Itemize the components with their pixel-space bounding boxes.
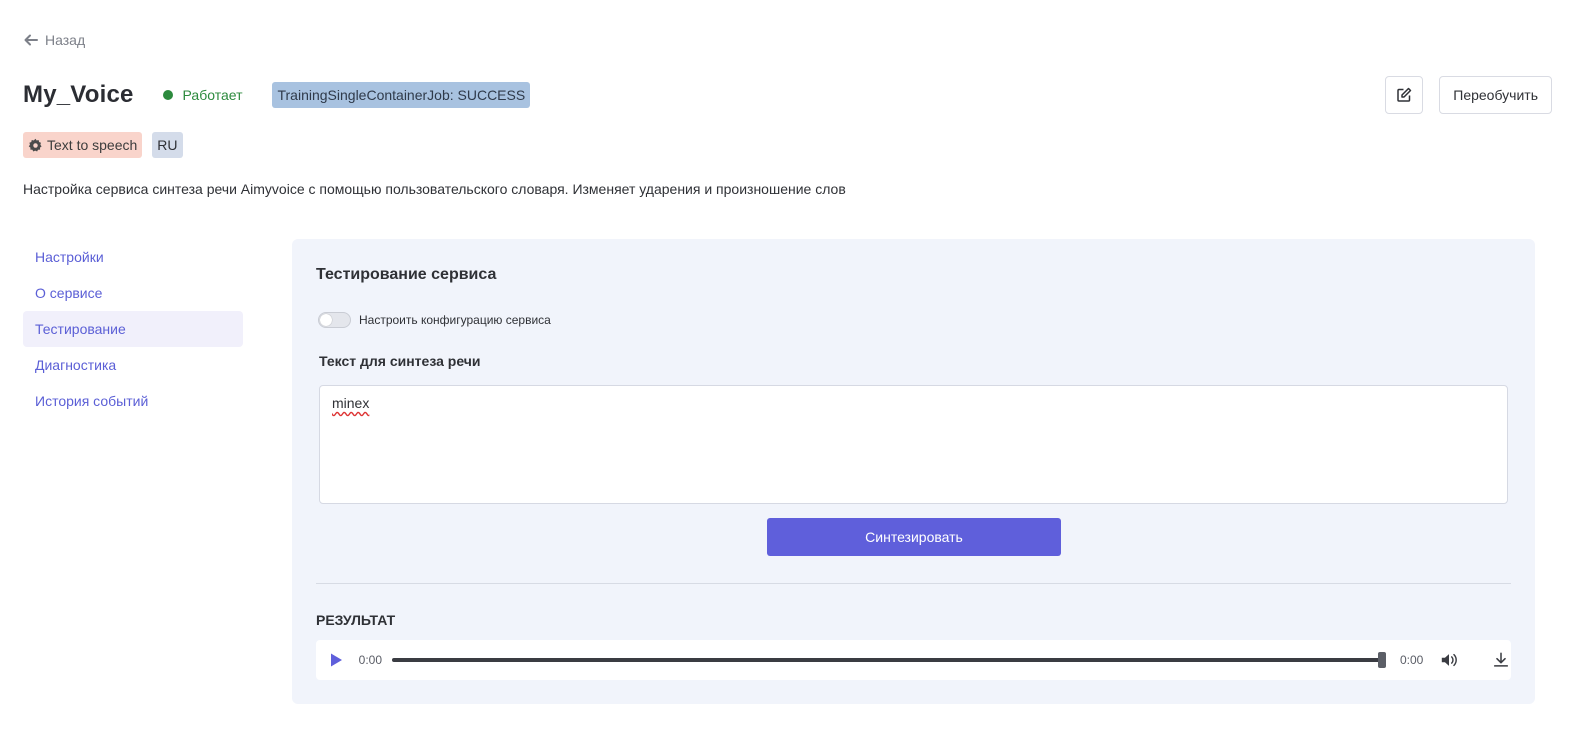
current-time: 0:00 <box>358 653 382 667</box>
sidebar-nav: Настройки О сервисе Тестирование Диагнос… <box>23 239 243 419</box>
volume-icon <box>1442 653 1458 667</box>
gear-icon <box>28 138 42 151</box>
edit-button[interactable] <box>1385 76 1424 114</box>
edit-icon <box>1397 87 1412 102</box>
synthesize-button[interactable]: Синтезировать <box>767 518 1061 556</box>
sidebar-item-settings[interactable]: Настройки <box>23 239 243 275</box>
status-indicator: Работает <box>162 87 243 103</box>
language-tag: RU <box>152 132 183 158</box>
arrow-left-icon <box>24 34 38 46</box>
service-description: Настройка сервиса синтеза речи Aimyvoice… <box>23 181 846 197</box>
status-dot-icon <box>162 90 173 100</box>
config-toggle[interactable] <box>318 312 351 328</box>
service-type-tag: Text to speech <box>23 132 143 158</box>
page-title: My_Voice <box>23 81 134 108</box>
testing-panel: Тестирование сервиса Настроить конфигура… <box>292 239 1535 704</box>
audio-player: 0:00 0:00 <box>316 640 1511 680</box>
progress-thumb[interactable] <box>1378 652 1386 668</box>
config-toggle-row: Настроить конфигурацию сервиса <box>318 312 551 328</box>
page-header: My_Voice Работает TrainingSingleContaine… <box>23 76 1552 114</box>
divider <box>316 583 1511 584</box>
service-type-label: Text to speech <box>47 137 138 153</box>
result-heading: РЕЗУЛЬТАТ <box>316 612 396 628</box>
volume-button[interactable] <box>1439 650 1459 670</box>
job-status-badge: TrainingSingleContainerJob: SUCCESS <box>272 82 531 108</box>
progress-slider[interactable] <box>392 652 1386 668</box>
back-label: Назад <box>45 32 86 48</box>
total-time: 0:00 <box>1400 653 1424 667</box>
retrain-button[interactable]: Переобучить <box>1439 76 1552 114</box>
play-icon <box>330 653 342 667</box>
header-actions: Переобучить <box>1385 76 1552 114</box>
synthesis-text-input[interactable]: minex <box>319 385 1508 504</box>
sidebar-item-diagnostics[interactable]: Диагностика <box>23 347 243 383</box>
progress-rail <box>392 658 1382 662</box>
panel-title: Тестирование сервиса <box>316 266 497 283</box>
config-toggle-label: Настроить конфигурацию сервиса <box>359 313 551 327</box>
sidebar-item-about[interactable]: О сервисе <box>23 275 243 311</box>
sidebar-item-history[interactable]: История событий <box>23 383 243 419</box>
back-link[interactable]: Назад <box>23 32 85 48</box>
service-tags: Text to speech RU <box>23 132 183 158</box>
download-button[interactable] <box>1491 650 1511 670</box>
play-button[interactable] <box>316 640 356 680</box>
synthesis-text-label: Текст для синтеза речи <box>319 353 481 369</box>
status-label: Работает <box>182 87 243 103</box>
sidebar-item-testing[interactable]: Тестирование <box>23 311 243 347</box>
download-icon <box>1494 652 1509 667</box>
